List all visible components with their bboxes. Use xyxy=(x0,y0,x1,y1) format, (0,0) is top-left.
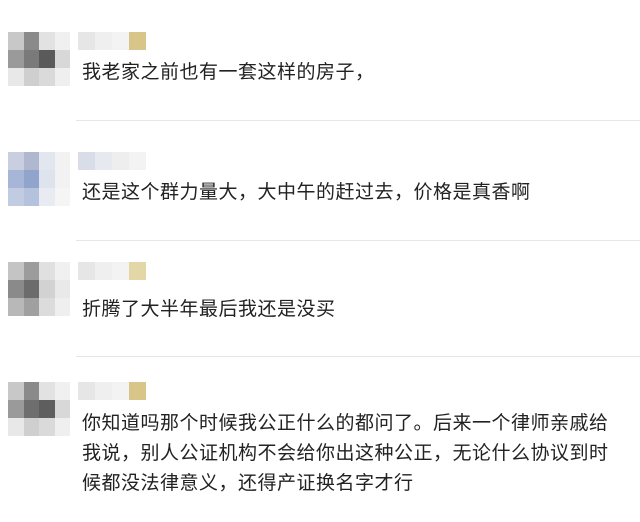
username-pixel xyxy=(95,382,112,400)
comment-text: 还是这个群力量大，大中午的赶过去，价格是真香啊 xyxy=(82,181,531,203)
username-pixel xyxy=(95,32,112,50)
divider xyxy=(76,356,640,357)
avatar-pixel xyxy=(39,188,55,206)
avatar-pixel xyxy=(23,170,39,188)
avatar-pixel xyxy=(23,280,39,298)
avatar-pixel xyxy=(39,32,55,50)
avatar-pixel xyxy=(8,152,24,170)
avatar-pixel xyxy=(23,400,39,418)
username-pixel xyxy=(129,262,146,280)
username-pixel xyxy=(129,152,146,170)
avatar-pixel xyxy=(23,32,39,50)
avatar-pixel xyxy=(23,418,39,436)
username-pixel xyxy=(78,152,95,170)
avatar-pixel xyxy=(54,170,70,188)
avatar-pixel xyxy=(54,418,70,436)
avatar-pixel xyxy=(23,152,39,170)
avatar-pixel xyxy=(23,50,39,68)
avatar-pixel xyxy=(54,152,70,170)
username-pixel xyxy=(78,382,95,400)
avatar-pixel xyxy=(54,298,70,316)
avatar-pixel xyxy=(54,280,70,298)
username-pixel xyxy=(112,262,129,280)
username-pixel xyxy=(95,152,112,170)
username-blurred[interactable] xyxy=(78,262,146,280)
avatar-pixel xyxy=(39,262,55,280)
avatar-pixel xyxy=(39,418,55,436)
username-pixel xyxy=(112,152,129,170)
avatar-pixel xyxy=(54,50,70,68)
divider xyxy=(76,240,640,241)
username-pixel xyxy=(112,32,129,50)
username-pixel xyxy=(129,382,146,400)
avatar-pixel xyxy=(54,68,70,86)
avatar-pixel xyxy=(8,298,24,316)
username-pixel xyxy=(78,32,95,50)
avatar-pixel xyxy=(39,68,55,86)
username-blurred[interactable] xyxy=(78,382,146,400)
comment-text: 我老家之前也有一套这样的房子， xyxy=(82,61,375,83)
avatar-pixel xyxy=(39,50,55,68)
comment-text: 你知道吗那个时候我公正什么的都问了。后来一个律师亲戚给我说，别人公证机构不会给你… xyxy=(82,412,609,494)
avatar-pixel xyxy=(8,400,24,418)
avatar-pixel xyxy=(54,32,70,50)
divider xyxy=(76,120,640,121)
avatar-pixel xyxy=(39,382,55,400)
avatar-pixel xyxy=(23,188,39,206)
avatar-pixel xyxy=(39,280,55,298)
avatar-pixel xyxy=(8,32,24,50)
avatar-pixel xyxy=(23,68,39,86)
avatar-pixel xyxy=(8,170,24,188)
avatar-pixel xyxy=(39,170,55,188)
avatar-pixel xyxy=(39,298,55,316)
avatar-pixel xyxy=(23,382,39,400)
avatar-pixel xyxy=(8,382,24,400)
avatar[interactable] xyxy=(8,152,70,206)
username-pixel xyxy=(112,382,129,400)
avatar-pixel xyxy=(8,50,24,68)
comment-feed: 我老家之前也有一套这样的房子， 还是这个群力量大，大中午的赶过去，价格是真香啊 … xyxy=(0,0,640,522)
avatar[interactable] xyxy=(8,262,70,316)
avatar-pixel xyxy=(8,280,24,298)
avatar[interactable] xyxy=(8,32,70,86)
username-blurred[interactable] xyxy=(78,32,146,50)
comment-text: 折腾了大半年最后我还是没买 xyxy=(82,298,336,320)
avatar-pixel xyxy=(39,152,55,170)
avatar-pixel xyxy=(8,418,24,436)
username-blurred[interactable] xyxy=(78,152,146,170)
avatar-pixel xyxy=(54,188,70,206)
avatar-pixel xyxy=(54,382,70,400)
avatar-pixel xyxy=(23,262,39,280)
avatar-pixel xyxy=(54,262,70,280)
username-pixel xyxy=(95,262,112,280)
avatar-pixel xyxy=(8,68,24,86)
avatar[interactable] xyxy=(8,382,70,436)
username-pixel xyxy=(129,32,146,50)
avatar-pixel xyxy=(54,400,70,418)
avatar-pixel xyxy=(8,262,24,280)
avatar-pixel xyxy=(39,400,55,418)
avatar-pixel xyxy=(23,298,39,316)
username-pixel xyxy=(78,262,95,280)
avatar-pixel xyxy=(8,188,24,206)
